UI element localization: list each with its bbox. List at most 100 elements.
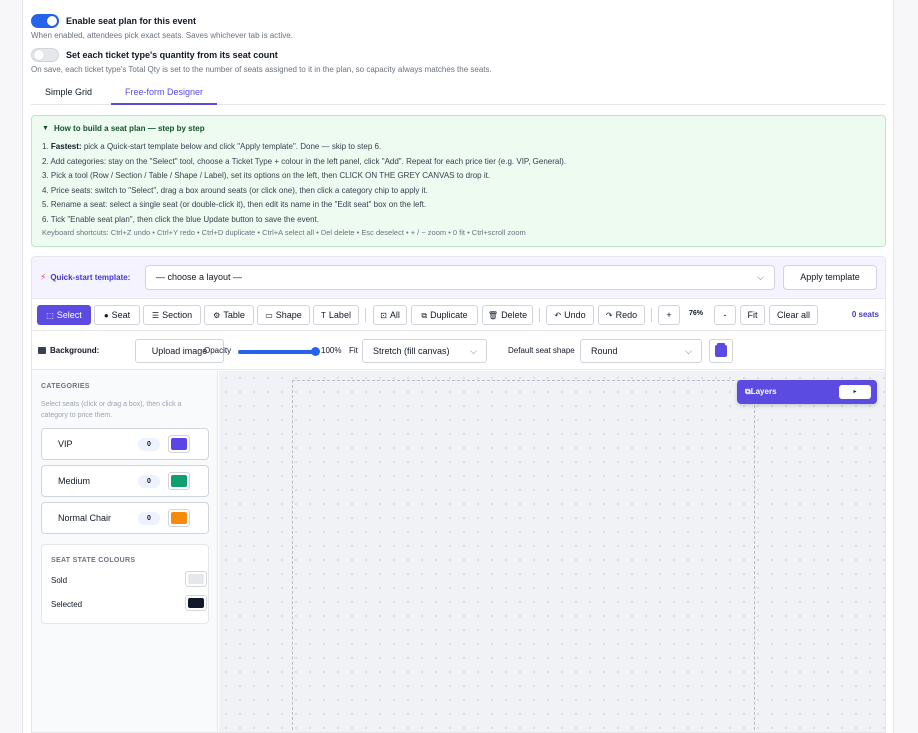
- seat-state-colours: SEAT STATE COLOURS Sold Selected: [41, 544, 209, 624]
- how-to-guide: ▼ How to build a seat plan — step by ste…: [31, 115, 886, 247]
- designer-tabs: Simple Grid Free-form Designer: [31, 82, 886, 105]
- seat-tool-button[interactable]: ● Seat: [94, 305, 140, 325]
- toolbar-divider: [365, 308, 366, 322]
- image-icon: [38, 347, 46, 354]
- qty-toggle[interactable]: [31, 48, 59, 62]
- section-tool-label: Section: [162, 310, 193, 320]
- duplicate-button[interactable]: ⧉ Duplicate: [411, 305, 478, 325]
- shape-tool-button[interactable]: ▭ Shape: [257, 305, 310, 325]
- left-panel: CATEGORIES Select seats (click or drag a…: [32, 371, 218, 732]
- delete-label: Delete: [501, 310, 528, 320]
- guide-step: 4. Price seats: switch to "Select", drag…: [42, 185, 428, 195]
- collapse-triangle-icon: ▼: [42, 125, 49, 132]
- table-icon: ⚙: [213, 311, 221, 320]
- categories-title: CATEGORIES: [41, 383, 90, 390]
- tab-free-form-designer[interactable]: Free-form Designer: [111, 82, 218, 105]
- toolbar-divider: [539, 308, 540, 322]
- canvas-stage[interactable]: [292, 380, 755, 732]
- keyboard-shortcuts: Keyboard shortcuts: Ctrl+Z undo • Ctrl+Y…: [42, 228, 526, 237]
- fit-button[interactable]: Fit: [740, 305, 765, 325]
- layers-expand-button[interactable]: ▸: [839, 385, 871, 399]
- section-icon: ☰: [151, 311, 160, 320]
- apply-template-button[interactable]: Apply template: [783, 265, 877, 290]
- fit-select[interactable]: Stretch (fill canvas) ⌵: [362, 339, 487, 363]
- bolt-icon: ⚡: [40, 272, 47, 282]
- redo-label: Redo: [615, 310, 638, 320]
- background-label-text: Background:: [50, 346, 100, 355]
- guide-title[interactable]: ▼ How to build a seat plan — step by ste…: [42, 124, 875, 133]
- undo-button[interactable]: ↶ Undo: [546, 305, 594, 325]
- layers-panel[interactable]: ⧉Layers ▸: [737, 380, 877, 404]
- redo-icon: ↷: [605, 311, 613, 320]
- qty-help: On save, each ticket type's Total Qty is…: [31, 65, 492, 74]
- quickstart-label: ⚡ Quick-start template:: [40, 272, 130, 283]
- rectangle-icon: ▭: [265, 311, 273, 320]
- select-tool-label: Select: [56, 310, 82, 320]
- guide-step: 6. Tick "Enable seat plan", then click t…: [42, 214, 319, 224]
- trash-icon: 🗑: [487, 311, 499, 320]
- zoom-in-button[interactable]: +: [658, 305, 680, 325]
- tab-simple-grid[interactable]: Simple Grid: [31, 82, 106, 105]
- seat-state-name: Sold: [51, 576, 68, 585]
- undo-icon: ↶: [554, 311, 562, 320]
- category-chip[interactable]: Normal Chair 0: [41, 502, 209, 534]
- table-tool-button[interactable]: ⚙ Table: [204, 305, 254, 325]
- category-color-swatch[interactable]: [168, 435, 190, 453]
- clear-all-button[interactable]: Clear all: [769, 305, 818, 325]
- category-name: Normal Chair: [58, 513, 112, 523]
- opacity-slider[interactable]: [238, 347, 320, 356]
- opacity-value: 100%: [321, 346, 342, 355]
- seat-count: 0 seats: [851, 310, 879, 319]
- seat-plan-toggle-row[interactable]: Enable seat plan for this event: [31, 14, 196, 28]
- chevron-down-icon: ⌵: [470, 346, 477, 356]
- seat-plan-toggle[interactable]: [31, 14, 59, 28]
- category-count: 0: [138, 475, 160, 488]
- guide-step: 2. Add categories: stay on the "Select" …: [42, 156, 567, 166]
- guide-steps: 1. Fastest: pick a Quick-start template …: [42, 140, 875, 227]
- seat-state-sold: Sold: [51, 571, 207, 587]
- category-color-swatch[interactable]: [168, 509, 190, 527]
- seat-state-color-swatch[interactable]: [185, 595, 207, 611]
- chevron-down-icon: ⌵: [757, 272, 764, 282]
- seat-plan-toggle-label: Enable seat plan for this event: [66, 16, 197, 26]
- duplicate-label: Duplicate: [430, 310, 468, 320]
- category-chip[interactable]: VIP 0: [41, 428, 209, 460]
- label-tool-button[interactable]: T Label: [313, 305, 359, 325]
- guide-step-bold: Fastest:: [50, 142, 82, 151]
- opacity-slider-thumb[interactable]: [311, 347, 320, 356]
- default-seat-shape-label: Default seat shape: [508, 346, 575, 355]
- background-label: Background:: [38, 346, 99, 355]
- zoom-out-button[interactable]: -: [714, 305, 736, 325]
- template-select-value: — choose a layout —: [156, 272, 243, 282]
- seat-state-title: SEAT STATE COLOURS: [51, 557, 136, 564]
- chair-icon: [715, 343, 727, 357]
- seat-shape-select[interactable]: Round ⌵: [580, 339, 702, 363]
- section-tool-button[interactable]: ☰ Section: [143, 305, 201, 325]
- designer-toolbar: ⬚ Select ● Seat ☰ Section ⚙ Table ▭ Shape T La…: [32, 299, 885, 331]
- category-name: Medium: [58, 476, 91, 486]
- delete-button[interactable]: 🗑 Delete: [482, 305, 533, 325]
- template-select[interactable]: — choose a layout — ⌵: [145, 265, 775, 290]
- toolbar-divider: [651, 308, 652, 322]
- categories-help: Select seats (click or drag a box), then…: [41, 401, 182, 419]
- seat-canvas[interactable]: ⧉Layers ▸: [219, 371, 885, 732]
- guide-title-text: How to build a seat plan — step by step: [53, 124, 205, 133]
- category-color-swatch[interactable]: [168, 472, 190, 490]
- seat-shape-value: Round: [591, 346, 618, 356]
- zoom-level: 76%: [689, 310, 704, 317]
- redo-button[interactable]: ↷ Redo: [598, 305, 645, 325]
- event-settings-panel: Enable seat plan for this event When ena…: [22, 0, 894, 733]
- qty-toggle-row[interactable]: Set each ticket type's quantity from its…: [31, 48, 278, 62]
- seat-state-color-swatch[interactable]: [185, 571, 207, 587]
- category-chip[interactable]: Medium 0: [41, 465, 209, 497]
- select-all-label: All: [389, 310, 400, 320]
- text-icon: T: [321, 311, 326, 320]
- seat-dot-icon: ●: [103, 311, 109, 320]
- seat-plan-help: When enabled, attendees pick exact seats…: [31, 31, 293, 40]
- select-tool-button[interactable]: ⬚ Select: [37, 305, 91, 325]
- copy-icon: ⧉: [421, 311, 428, 320]
- select-all-button[interactable]: ⊡ All: [373, 305, 407, 325]
- seat-style-button[interactable]: [709, 339, 733, 363]
- category-name: VIP: [58, 439, 73, 449]
- undo-label: Undo: [564, 310, 586, 320]
